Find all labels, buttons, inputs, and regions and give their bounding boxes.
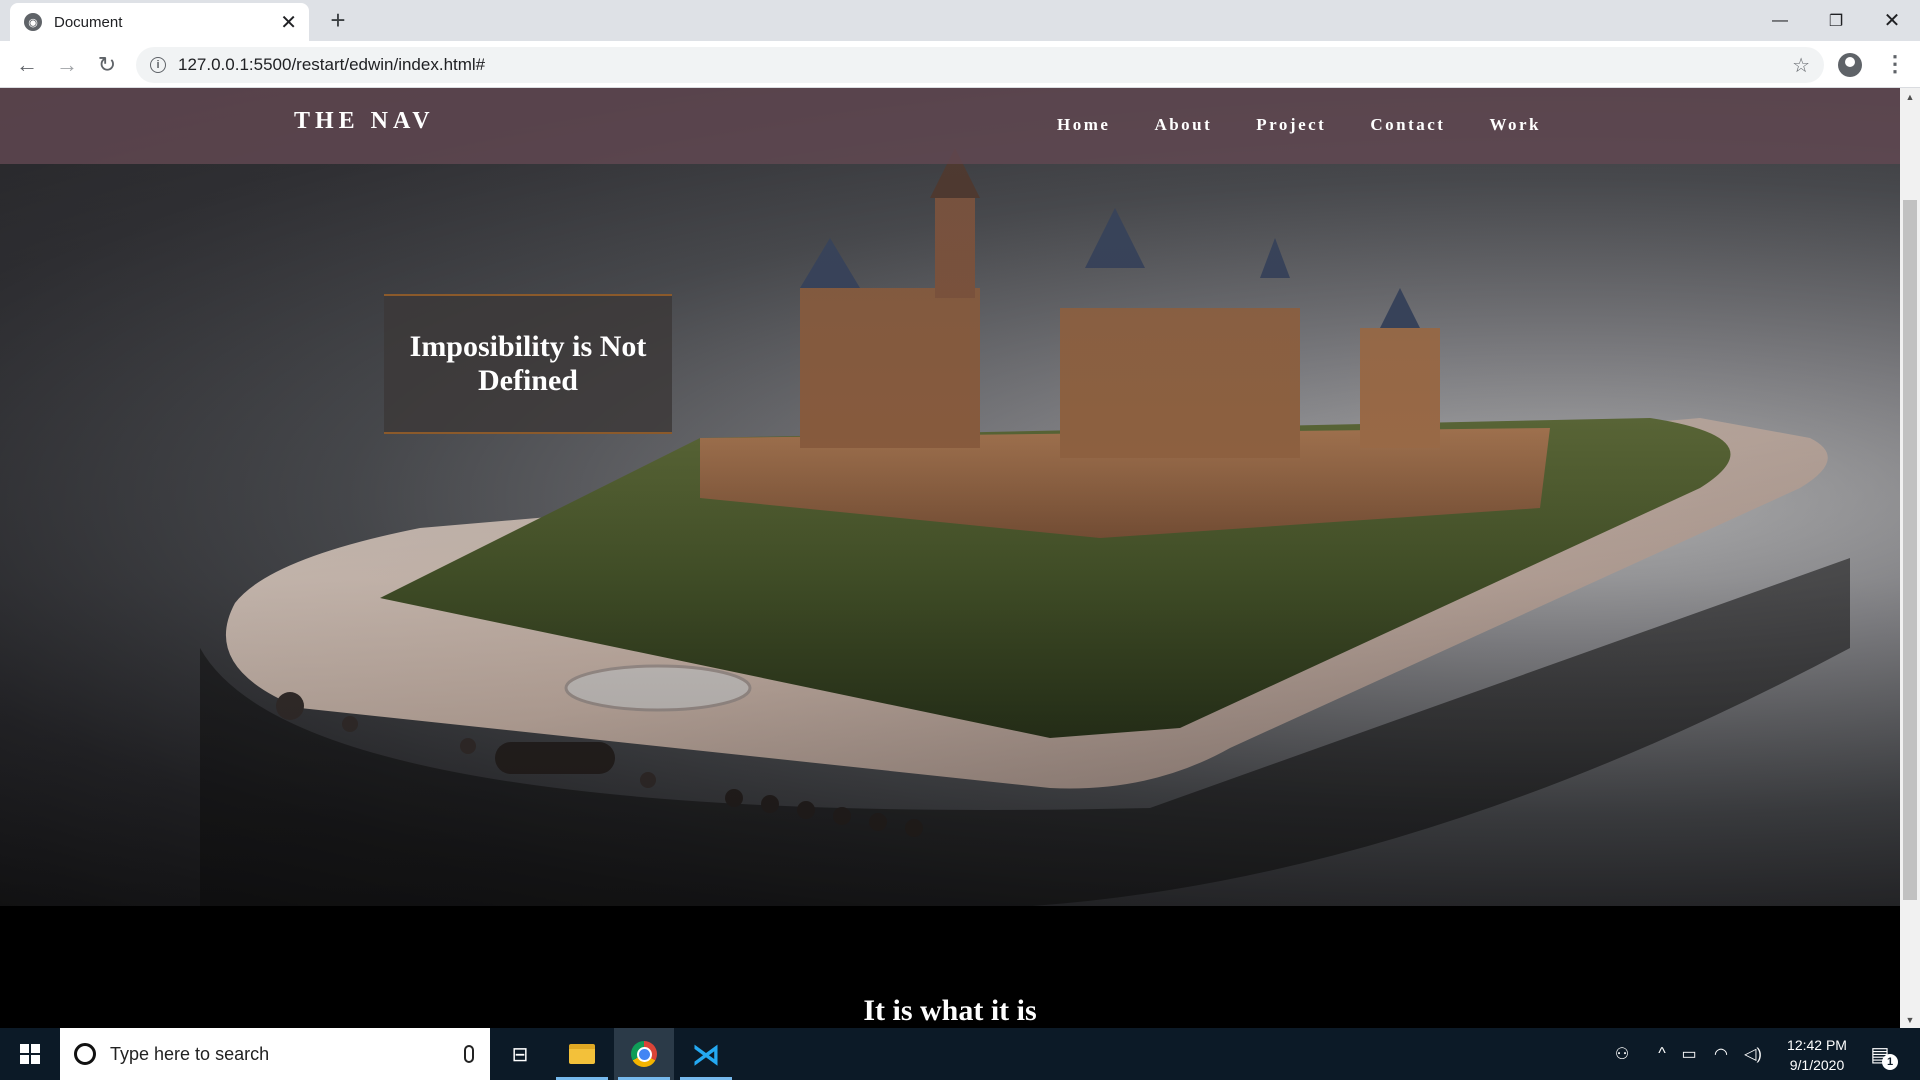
volume-icon[interactable]: ◁) xyxy=(1738,1028,1768,1080)
windows-icon xyxy=(20,1044,40,1064)
globe-icon: ◉ xyxy=(24,13,42,31)
battery-icon[interactable]: ▭ xyxy=(1674,1028,1704,1080)
restore-button[interactable]: ❐ xyxy=(1808,0,1864,41)
notification-badge: 1 xyxy=(1882,1054,1898,1070)
windows-taskbar: Type here to search ⊟ ⋊ ⚇ ^ ▭ ◠ ◁) 12:42… xyxy=(0,1028,1920,1080)
file-explorer-icon[interactable] xyxy=(552,1028,612,1080)
search-circle-icon xyxy=(74,1043,96,1065)
nav-link-work[interactable]: Work xyxy=(1489,115,1541,135)
task-view-icon[interactable]: ⊟ xyxy=(490,1028,550,1080)
star-icon[interactable]: ☆ xyxy=(1792,53,1810,78)
hero-overlay xyxy=(0,88,1900,906)
people-icon[interactable]: ⚇ xyxy=(1604,1028,1640,1080)
brand-logo[interactable]: THE NAV xyxy=(294,108,435,135)
system-clock[interactable]: 12:42 PM 9/1/2020 xyxy=(1772,1035,1862,1075)
close-window-button[interactable]: ✕ xyxy=(1864,0,1920,41)
tab-title: Document xyxy=(54,13,123,31)
site-navbar: THE NAV Home About Project Contact Work xyxy=(0,88,1900,164)
browser-tabstrip: ◉ Document ✕ + — ❐ ✕ xyxy=(0,0,1920,41)
notification-icon[interactable]: ▤ 1 xyxy=(1866,1040,1898,1070)
info-icon[interactable]: i xyxy=(150,57,166,73)
clock-date: 9/1/2020 xyxy=(1789,1057,1845,1073)
section-heading: It is what it is xyxy=(863,994,1037,1027)
menu-icon[interactable]: ⋮ xyxy=(1884,51,1906,77)
new-tab-button[interactable]: + xyxy=(323,5,353,35)
scroll-up-icon[interactable]: ▲ xyxy=(1900,88,1920,105)
chevron-up-icon[interactable]: ^ xyxy=(1650,1028,1674,1080)
scroll-down-icon[interactable]: ▼ xyxy=(1900,1011,1920,1028)
tagline-box: Imposibility is Not Defined xyxy=(384,294,672,434)
taskbar-search[interactable]: Type here to search xyxy=(60,1028,490,1080)
start-button[interactable] xyxy=(0,1028,60,1080)
reload-icon[interactable]: ↻ xyxy=(91,49,123,81)
browser-tab[interactable]: ◉ Document ✕ xyxy=(10,3,309,41)
browser-toolbar: ← → ↻ i 127.0.0.1:5500/restart/edwin/ind… xyxy=(0,41,1920,88)
hero-section: THE NAV Home About Project Contact Work … xyxy=(0,88,1900,906)
nav-link-contact[interactable]: Contact xyxy=(1370,115,1445,135)
clock-time: 12:42 PM xyxy=(1787,1037,1847,1053)
search-placeholder[interactable]: Type here to search xyxy=(110,1044,464,1065)
nav-link-project[interactable]: Project xyxy=(1256,115,1326,135)
nav-link-about[interactable]: About xyxy=(1154,115,1212,135)
nav-link-home[interactable]: Home xyxy=(1057,115,1110,135)
mic-icon[interactable] xyxy=(464,1045,474,1063)
close-tab-icon[interactable]: ✕ xyxy=(280,10,297,35)
wifi-icon[interactable]: ◠ xyxy=(1706,1028,1736,1080)
chrome-icon[interactable] xyxy=(614,1028,674,1080)
tagline-text: Imposibility is Not Defined xyxy=(409,330,647,397)
nav-links: Home About Project Contact Work xyxy=(1057,115,1585,135)
page-scrollbar[interactable]: ▲ ▼ xyxy=(1900,88,1920,1028)
address-bar[interactable]: i 127.0.0.1:5500/restart/edwin/index.htm… xyxy=(136,47,1824,83)
vscode-icon[interactable]: ⋊ xyxy=(676,1028,736,1080)
minimize-button[interactable]: — xyxy=(1752,0,1808,41)
page-viewport: THE NAV Home About Project Contact Work … xyxy=(0,88,1900,1028)
profile-icon[interactable] xyxy=(1838,53,1862,77)
back-arrow-icon[interactable]: ← xyxy=(11,49,43,81)
url-text[interactable]: 127.0.0.1:5500/restart/edwin/index.html# xyxy=(178,55,485,75)
scroll-thumb[interactable] xyxy=(1903,200,1917,900)
forward-arrow-icon[interactable]: → xyxy=(51,49,83,81)
